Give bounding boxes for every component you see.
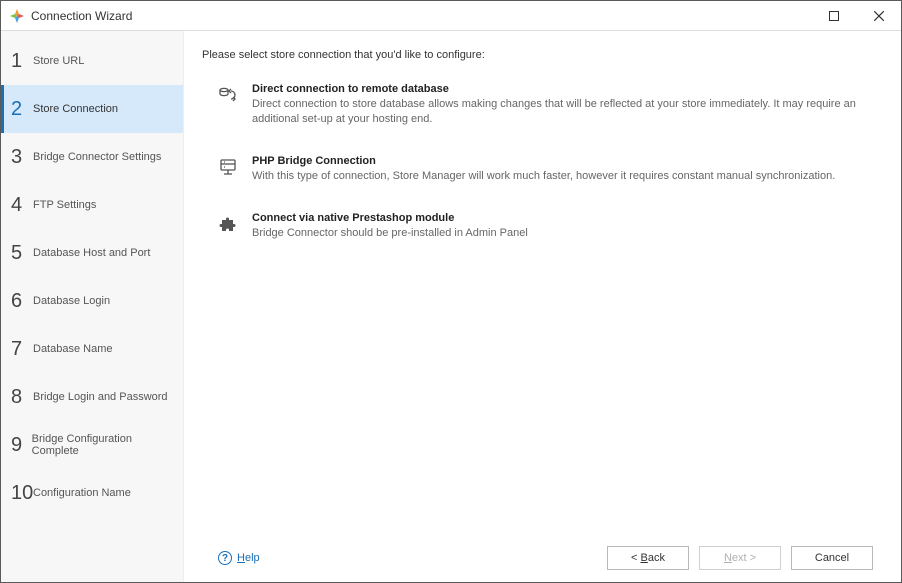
option-text: Direct connection to remote database Dir… (252, 83, 889, 127)
next-button[interactable]: Next > (699, 546, 781, 570)
option-native-module[interactable]: Connect via native Prestashop module Bri… (218, 212, 889, 241)
window-title: Connection Wizard (31, 9, 811, 23)
option-text: PHP Bridge Connection With this type of … (252, 155, 835, 184)
step-ftp-settings[interactable]: 4 FTP Settings (1, 181, 183, 229)
step-number: 4 (11, 194, 33, 217)
step-label: Store Connection (33, 103, 118, 115)
database-sync-icon (218, 85, 238, 105)
option-php-bridge[interactable]: PHP Bridge Connection With this type of … (218, 155, 889, 184)
server-bridge-icon (218, 157, 238, 177)
step-label: Bridge Connector Settings (33, 151, 161, 163)
wizard-steps-sidebar: 1 Store URL 2 Store Connection 3 Bridge … (1, 31, 184, 582)
titlebar: Connection Wizard (1, 1, 901, 31)
step-database-host-port[interactable]: 5 Database Host and Port (1, 229, 183, 277)
cancel-button[interactable]: Cancel (791, 546, 873, 570)
step-label: Bridge Login and Password (33, 391, 168, 403)
option-direct-connection[interactable]: Direct connection to remote database Dir… (218, 83, 889, 127)
close-button[interactable] (856, 1, 901, 30)
instruction-text: Please select store connection that you'… (202, 49, 889, 61)
step-label: Database Host and Port (33, 247, 150, 259)
step-number: 2 (11, 98, 33, 121)
option-text: Connect via native Prestashop module Bri… (252, 212, 528, 241)
connection-options: Direct connection to remote database Dir… (202, 83, 889, 240)
step-store-connection[interactable]: 2 Store Connection (1, 85, 183, 133)
step-number: 6 (11, 290, 33, 313)
option-title: Direct connection to remote database (252, 83, 889, 95)
option-title: PHP Bridge Connection (252, 155, 835, 167)
step-store-url[interactable]: 1 Store URL (1, 37, 183, 85)
content-panel: Please select store connection that you'… (184, 31, 901, 582)
option-description: Direct connection to store database allo… (252, 97, 889, 127)
help-label: Help (237, 552, 260, 564)
step-number: 1 (11, 50, 33, 73)
window-controls (811, 1, 901, 30)
help-link[interactable]: ? Help (218, 551, 260, 565)
footer-bar: ? Help < Back Next > Cancel (202, 534, 889, 582)
app-icon (9, 8, 25, 24)
step-label: Database Name (33, 343, 113, 355)
step-number: 10 (11, 482, 33, 505)
step-number: 5 (11, 242, 33, 265)
main-area: 1 Store URL 2 Store Connection 3 Bridge … (1, 31, 901, 582)
step-number: 3 (11, 146, 33, 169)
step-label: Database Login (33, 295, 110, 307)
step-label: Store URL (33, 55, 84, 67)
step-bridge-configuration-complete[interactable]: 9 Bridge Configuration Complete (1, 421, 183, 469)
step-configuration-name[interactable]: 10 Configuration Name (1, 469, 183, 517)
option-title: Connect via native Prestashop module (252, 212, 528, 224)
maximize-button[interactable] (811, 1, 856, 30)
step-label: FTP Settings (33, 199, 96, 211)
step-bridge-login-password[interactable]: 8 Bridge Login and Password (1, 373, 183, 421)
step-database-name[interactable]: 7 Database Name (1, 325, 183, 373)
help-icon: ? (218, 551, 232, 565)
back-button[interactable]: < Back (607, 546, 689, 570)
step-number: 8 (11, 386, 33, 409)
puzzle-module-icon (218, 214, 238, 234)
step-database-login[interactable]: 6 Database Login (1, 277, 183, 325)
wizard-window: Connection Wizard 1 Store URL 2 Store Co… (0, 0, 902, 583)
option-description: Bridge Connector should be pre-installed… (252, 226, 528, 241)
step-label: Configuration Name (33, 487, 131, 499)
step-number: 9 (11, 434, 32, 457)
content-spacer (202, 240, 889, 534)
option-description: With this type of connection, Store Mana… (252, 169, 835, 184)
step-label: Bridge Configuration Complete (32, 433, 173, 457)
step-bridge-connector-settings[interactable]: 3 Bridge Connector Settings (1, 133, 183, 181)
step-number: 7 (11, 338, 33, 361)
